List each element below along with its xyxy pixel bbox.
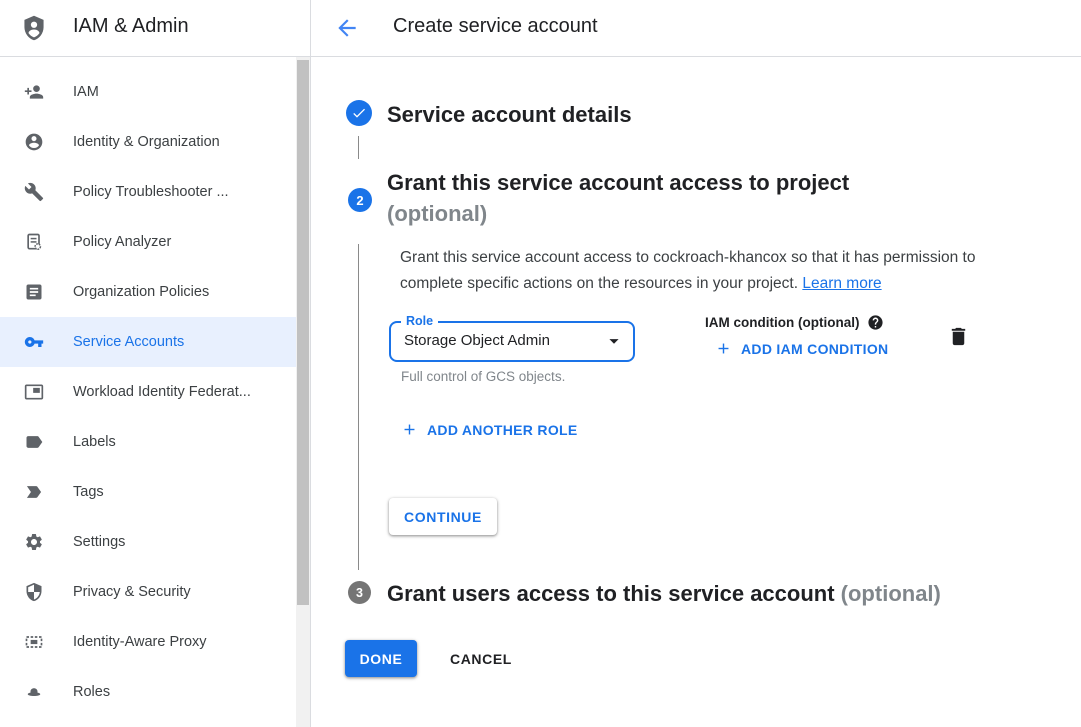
sidebar-item-label: Workload Identity Federat... [73, 384, 251, 400]
label-tag-icon [24, 432, 44, 452]
step3-number: 3 [356, 586, 363, 600]
add-another-role-button[interactable]: ADD ANOTHER ROLE [401, 421, 578, 438]
step2-title-text: Grant this service account access to pro… [387, 167, 849, 198]
back-arrow-icon[interactable] [334, 15, 360, 41]
learn-more-link[interactable]: Learn more [802, 275, 881, 292]
top-app-bar: IAM & Admin Create service account [0, 0, 1081, 57]
add-iam-condition-button[interactable]: ADD IAM CONDITION [715, 340, 888, 357]
step3-title-text: Grant users access to this service accou… [387, 581, 835, 606]
sidebar-item-workload-identity-federation[interactable]: Workload Identity Federat... [0, 367, 296, 417]
step3-number-badge: 3 [348, 581, 371, 604]
sidebar-item-settings[interactable]: Settings [0, 517, 296, 567]
hat-icon [24, 682, 44, 702]
sidebar-item-organization-policies[interactable]: Organization Policies [0, 267, 296, 317]
sidebar-item-policy-analyzer[interactable]: Policy Analyzer [0, 217, 296, 267]
sidebar-item-label: Privacy & Security [73, 584, 191, 600]
sidebar-item-label: Organization Policies [73, 284, 209, 300]
document-lines-icon [24, 282, 44, 302]
sidebar-item-label: Roles [73, 684, 110, 700]
cancel-button[interactable]: CANCEL [442, 640, 520, 677]
iam-condition-row: IAM condition (optional) [705, 314, 884, 331]
proxy-icon [24, 632, 44, 652]
step2-description: Grant this service account access to coc… [400, 245, 992, 296]
sidebar-item-label: Service Accounts [73, 334, 184, 350]
continue-button[interactable]: CONTINUE [389, 498, 497, 535]
sidebar-item-label: IAM [73, 84, 99, 100]
sidebar-item-label: Policy Analyzer [73, 234, 171, 250]
step3-title: Grant users access to this service accou… [387, 578, 941, 609]
sidebar-nav: IAM Identity & Organization Policy Troub… [0, 57, 296, 727]
role-selected-value: Storage Object Admin [404, 332, 550, 349]
iam-condition-label: IAM condition (optional) [705, 315, 859, 330]
sidebar-item-identity-aware-proxy[interactable]: Identity-Aware Proxy [0, 617, 296, 667]
role-helper-text: Full control of GCS objects. [401, 369, 565, 384]
sidebar-item-label: Tags [73, 484, 104, 500]
step1-completed-badge [346, 100, 372, 126]
sidebar-item-label: Settings [73, 534, 125, 550]
step2-optional-label: (optional) [387, 198, 849, 229]
policy-analyzer-icon [24, 232, 44, 252]
chevron-down-icon [603, 330, 625, 352]
sidebar-item-iam[interactable]: IAM [0, 67, 296, 117]
gear-icon [24, 532, 44, 552]
sidebar-item-label: Identity-Aware Proxy [73, 634, 207, 650]
wrench-icon [24, 182, 44, 202]
sidebar-item-service-accounts[interactable]: Service Accounts [0, 317, 296, 367]
plus-icon [715, 340, 732, 357]
sidebar-item-label: Labels [73, 434, 116, 450]
add-another-role-label: ADD ANOTHER ROLE [427, 422, 578, 438]
plus-icon [401, 421, 418, 438]
done-button[interactable]: DONE [345, 640, 417, 677]
service-account-key-icon [24, 332, 44, 352]
person-circle-icon [24, 132, 44, 152]
identity-card-icon [24, 382, 44, 402]
sidebar-scrollbar-thumb[interactable] [297, 60, 309, 605]
sidebar-item-privacy-security[interactable]: Privacy & Security [0, 567, 296, 617]
step2-number: 2 [356, 193, 363, 208]
iam-shield-icon [20, 14, 48, 42]
step2-title: Grant this service account access to pro… [387, 167, 849, 229]
role-select[interactable]: Role Storage Object Admin [389, 321, 635, 362]
sidebar-item-policy-troubleshooter[interactable]: Policy Troubleshooter ... [0, 167, 296, 217]
sidebar-item-roles[interactable]: Roles [0, 667, 296, 717]
sidebar-item-labels[interactable]: Labels [0, 417, 296, 467]
step2-number-badge: 2 [348, 188, 372, 212]
sidebar-item-label: Policy Troubleshooter ... [73, 184, 229, 200]
step2-description-text: Grant this service account access to coc… [400, 249, 975, 292]
sidebar-item-identity-organization[interactable]: Identity & Organization [0, 117, 296, 167]
sidebar-item-label: Identity & Organization [73, 134, 220, 150]
check-icon [351, 105, 367, 121]
sidebar-item-tags[interactable]: Tags [0, 467, 296, 517]
create-service-account-form: Service account details 2 Grant this ser… [311, 57, 1081, 727]
help-icon[interactable] [867, 314, 884, 331]
app-title: IAM & Admin [73, 15, 189, 38]
step1-title: Service account details [387, 99, 632, 130]
step3-optional-label: (optional) [841, 581, 941, 606]
person-add-icon [24, 82, 44, 102]
sidebar-content-divider [310, 0, 311, 727]
trash-icon[interactable] [947, 325, 970, 348]
shield-icon [24, 582, 44, 602]
step-connector-line [358, 136, 359, 159]
tag-arrow-icon [24, 482, 44, 502]
role-field-label: Role [401, 314, 438, 329]
add-iam-condition-label: ADD IAM CONDITION [741, 341, 888, 357]
page-title: Create service account [393, 15, 598, 38]
step-connector-line [358, 244, 359, 570]
